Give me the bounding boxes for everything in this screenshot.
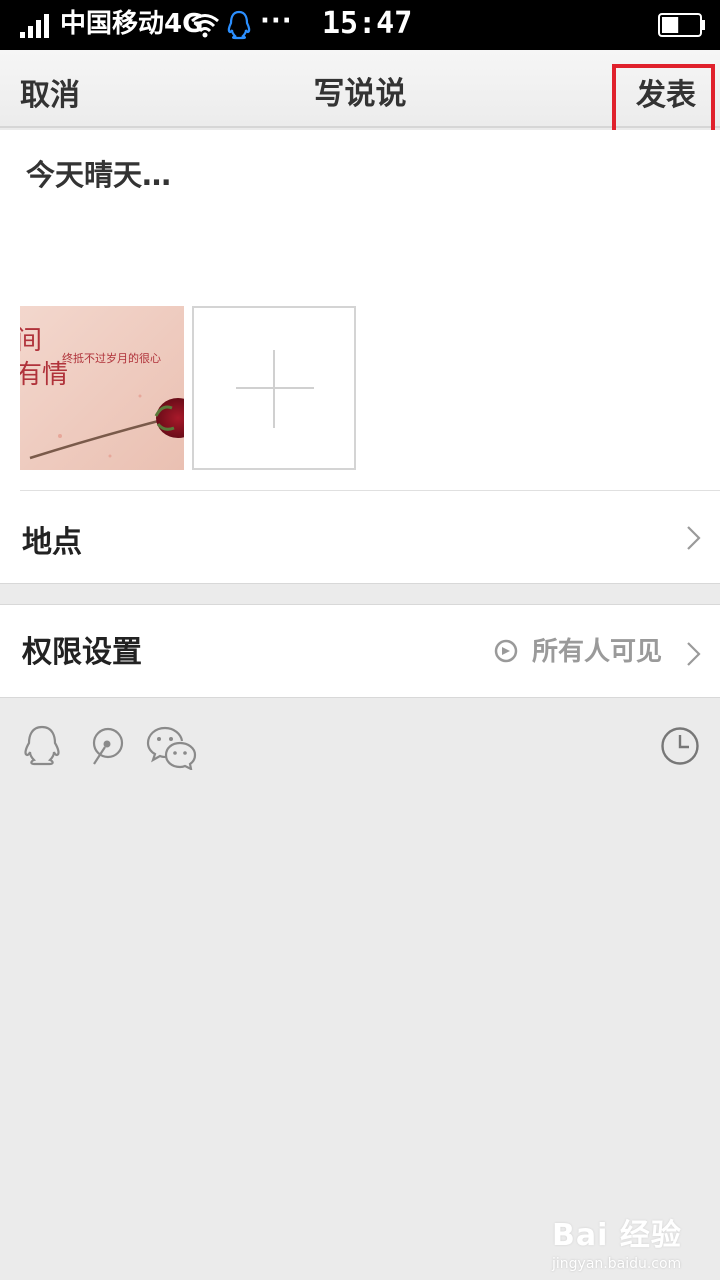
more-notifications: ··· <box>260 6 293 36</box>
signal-icon <box>20 14 49 38</box>
permission-label: 权限设置 <box>22 635 142 670</box>
photo-text: 间 有情 <box>20 326 69 390</box>
wechat-icon[interactable] <box>146 724 198 770</box>
status-time: 15:47 <box>322 6 413 41</box>
permission-value: 所有人可见 <box>532 637 663 667</box>
attached-photo[interactable]: 间 有情 终抵不过岁月的很心 <box>20 306 184 470</box>
weibo-icon[interactable] <box>88 726 126 768</box>
battery-icon <box>658 13 705 37</box>
carrier-label: 中国移动4G <box>60 9 204 39</box>
divider <box>0 583 720 584</box>
post-text-input[interactable]: 今天晴天… <box>26 152 171 194</box>
watermark-sub: jingyan.baidu.com <box>552 1256 682 1272</box>
qq-notification-icon <box>227 10 251 40</box>
watermark-main: Bai 经验 <box>552 1218 682 1253</box>
status-bar: 中国移动4G ··· 15:47 <box>0 0 720 50</box>
publish-highlight-box <box>612 64 715 138</box>
qq-icon[interactable] <box>20 724 64 770</box>
globe-icon <box>494 639 518 663</box>
wifi-icon <box>191 14 219 38</box>
add-photo-button[interactable] <box>192 306 356 470</box>
location-row[interactable]: 地点 <box>0 491 720 583</box>
photo-caption: 终抵不过岁月的很心 <box>62 352 161 365</box>
location-label: 地点 <box>22 525 82 560</box>
watermark: Bai 经验 jingyan.baidu.com <box>552 1210 682 1272</box>
clock-icon[interactable] <box>660 726 700 766</box>
chevron-right-icon <box>687 642 701 666</box>
chevron-right-icon <box>687 526 701 550</box>
compose-area: 今天晴天… 间 有情 终抵不过岁月的很心 地点 <box>0 130 720 584</box>
permission-row[interactable]: 权限设置 所有人可见 <box>0 604 720 698</box>
